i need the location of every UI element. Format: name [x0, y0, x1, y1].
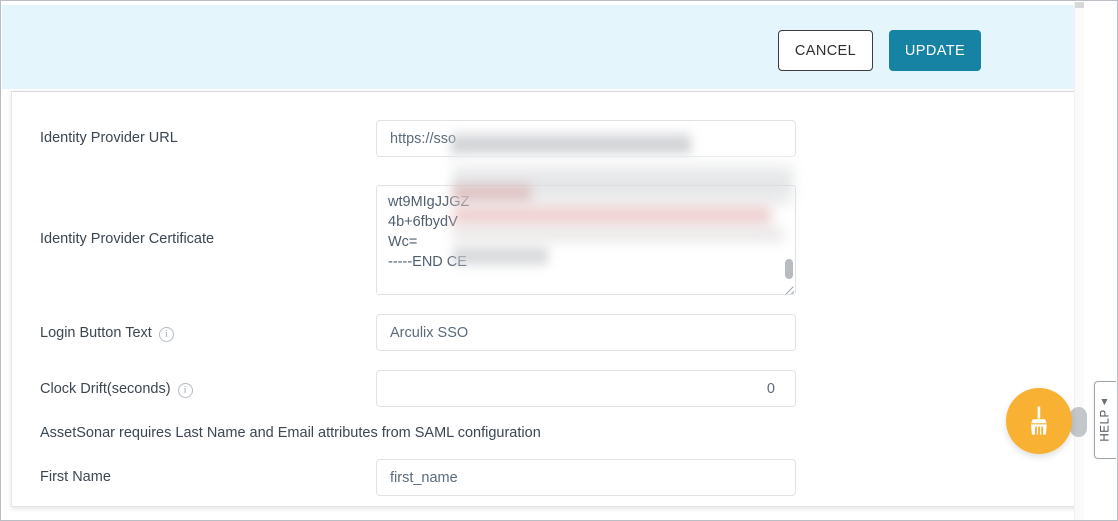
- page-scrollbar-track[interactable]: [1074, 2, 1084, 520]
- action-buttons-group: CANCEL UPDATE: [778, 30, 981, 71]
- info-icon[interactable]: [177, 383, 193, 398]
- certificate-resize-handle[interactable]: [782, 281, 795, 294]
- broom-icon: [1031, 406, 1047, 435]
- form-action-bar: CANCEL UPDATE: [2, 5, 1077, 89]
- saml-attributes-note: AssetSonar requires Last Name and Email …: [40, 425, 541, 441]
- first-name-input[interactable]: [376, 459, 796, 496]
- clock-drift-label-text: Clock Drift(seconds): [40, 381, 171, 397]
- first-name-label-text: First Name: [40, 469, 111, 485]
- fab-tail-decoration: [1070, 407, 1087, 437]
- help-tab-content: HELP ◀: [1100, 398, 1112, 441]
- login-button-text-label: Login Button Text: [40, 324, 174, 342]
- info-icon[interactable]: [158, 327, 174, 342]
- update-button[interactable]: UPDATE: [889, 30, 981, 71]
- identity-provider-certificate-wrapper: [376, 185, 796, 295]
- sso-settings-form-card: Identity Provider URL Identity Provider …: [11, 91, 1079, 507]
- identity-provider-url-label-text: Identity Provider URL: [40, 130, 178, 146]
- certificate-scrollbar-thumb[interactable]: [785, 259, 793, 279]
- login-button-text-input[interactable]: [376, 314, 796, 351]
- cancel-button[interactable]: CANCEL: [778, 30, 873, 71]
- clock-drift-label: Clock Drift(seconds): [40, 380, 193, 398]
- help-tab[interactable]: HELP ◀: [1094, 381, 1116, 459]
- clock-drift-input[interactable]: [376, 370, 796, 407]
- broom-fab-button[interactable]: [1006, 388, 1072, 454]
- identity-provider-certificate-input[interactable]: [376, 185, 796, 295]
- first-name-label: First Name: [40, 469, 111, 485]
- identity-provider-url-input[interactable]: [376, 120, 796, 157]
- identity-provider-url-label: Identity Provider URL: [40, 130, 178, 146]
- identity-provider-certificate-label-text: Identity Provider Certificate: [40, 231, 215, 247]
- identity-provider-certificate-label: Identity Provider Certificate: [40, 231, 214, 247]
- page-scrollbar-thumb[interactable]: [1075, 2, 1084, 8]
- help-tab-label: HELP: [1099, 409, 1112, 442]
- application-frame: CANCEL UPDATE Identity Provider URL Iden…: [0, 0, 1118, 521]
- login-button-text-label-text: Login Button Text: [40, 325, 152, 341]
- caret-left-icon: ◀: [1099, 398, 1109, 406]
